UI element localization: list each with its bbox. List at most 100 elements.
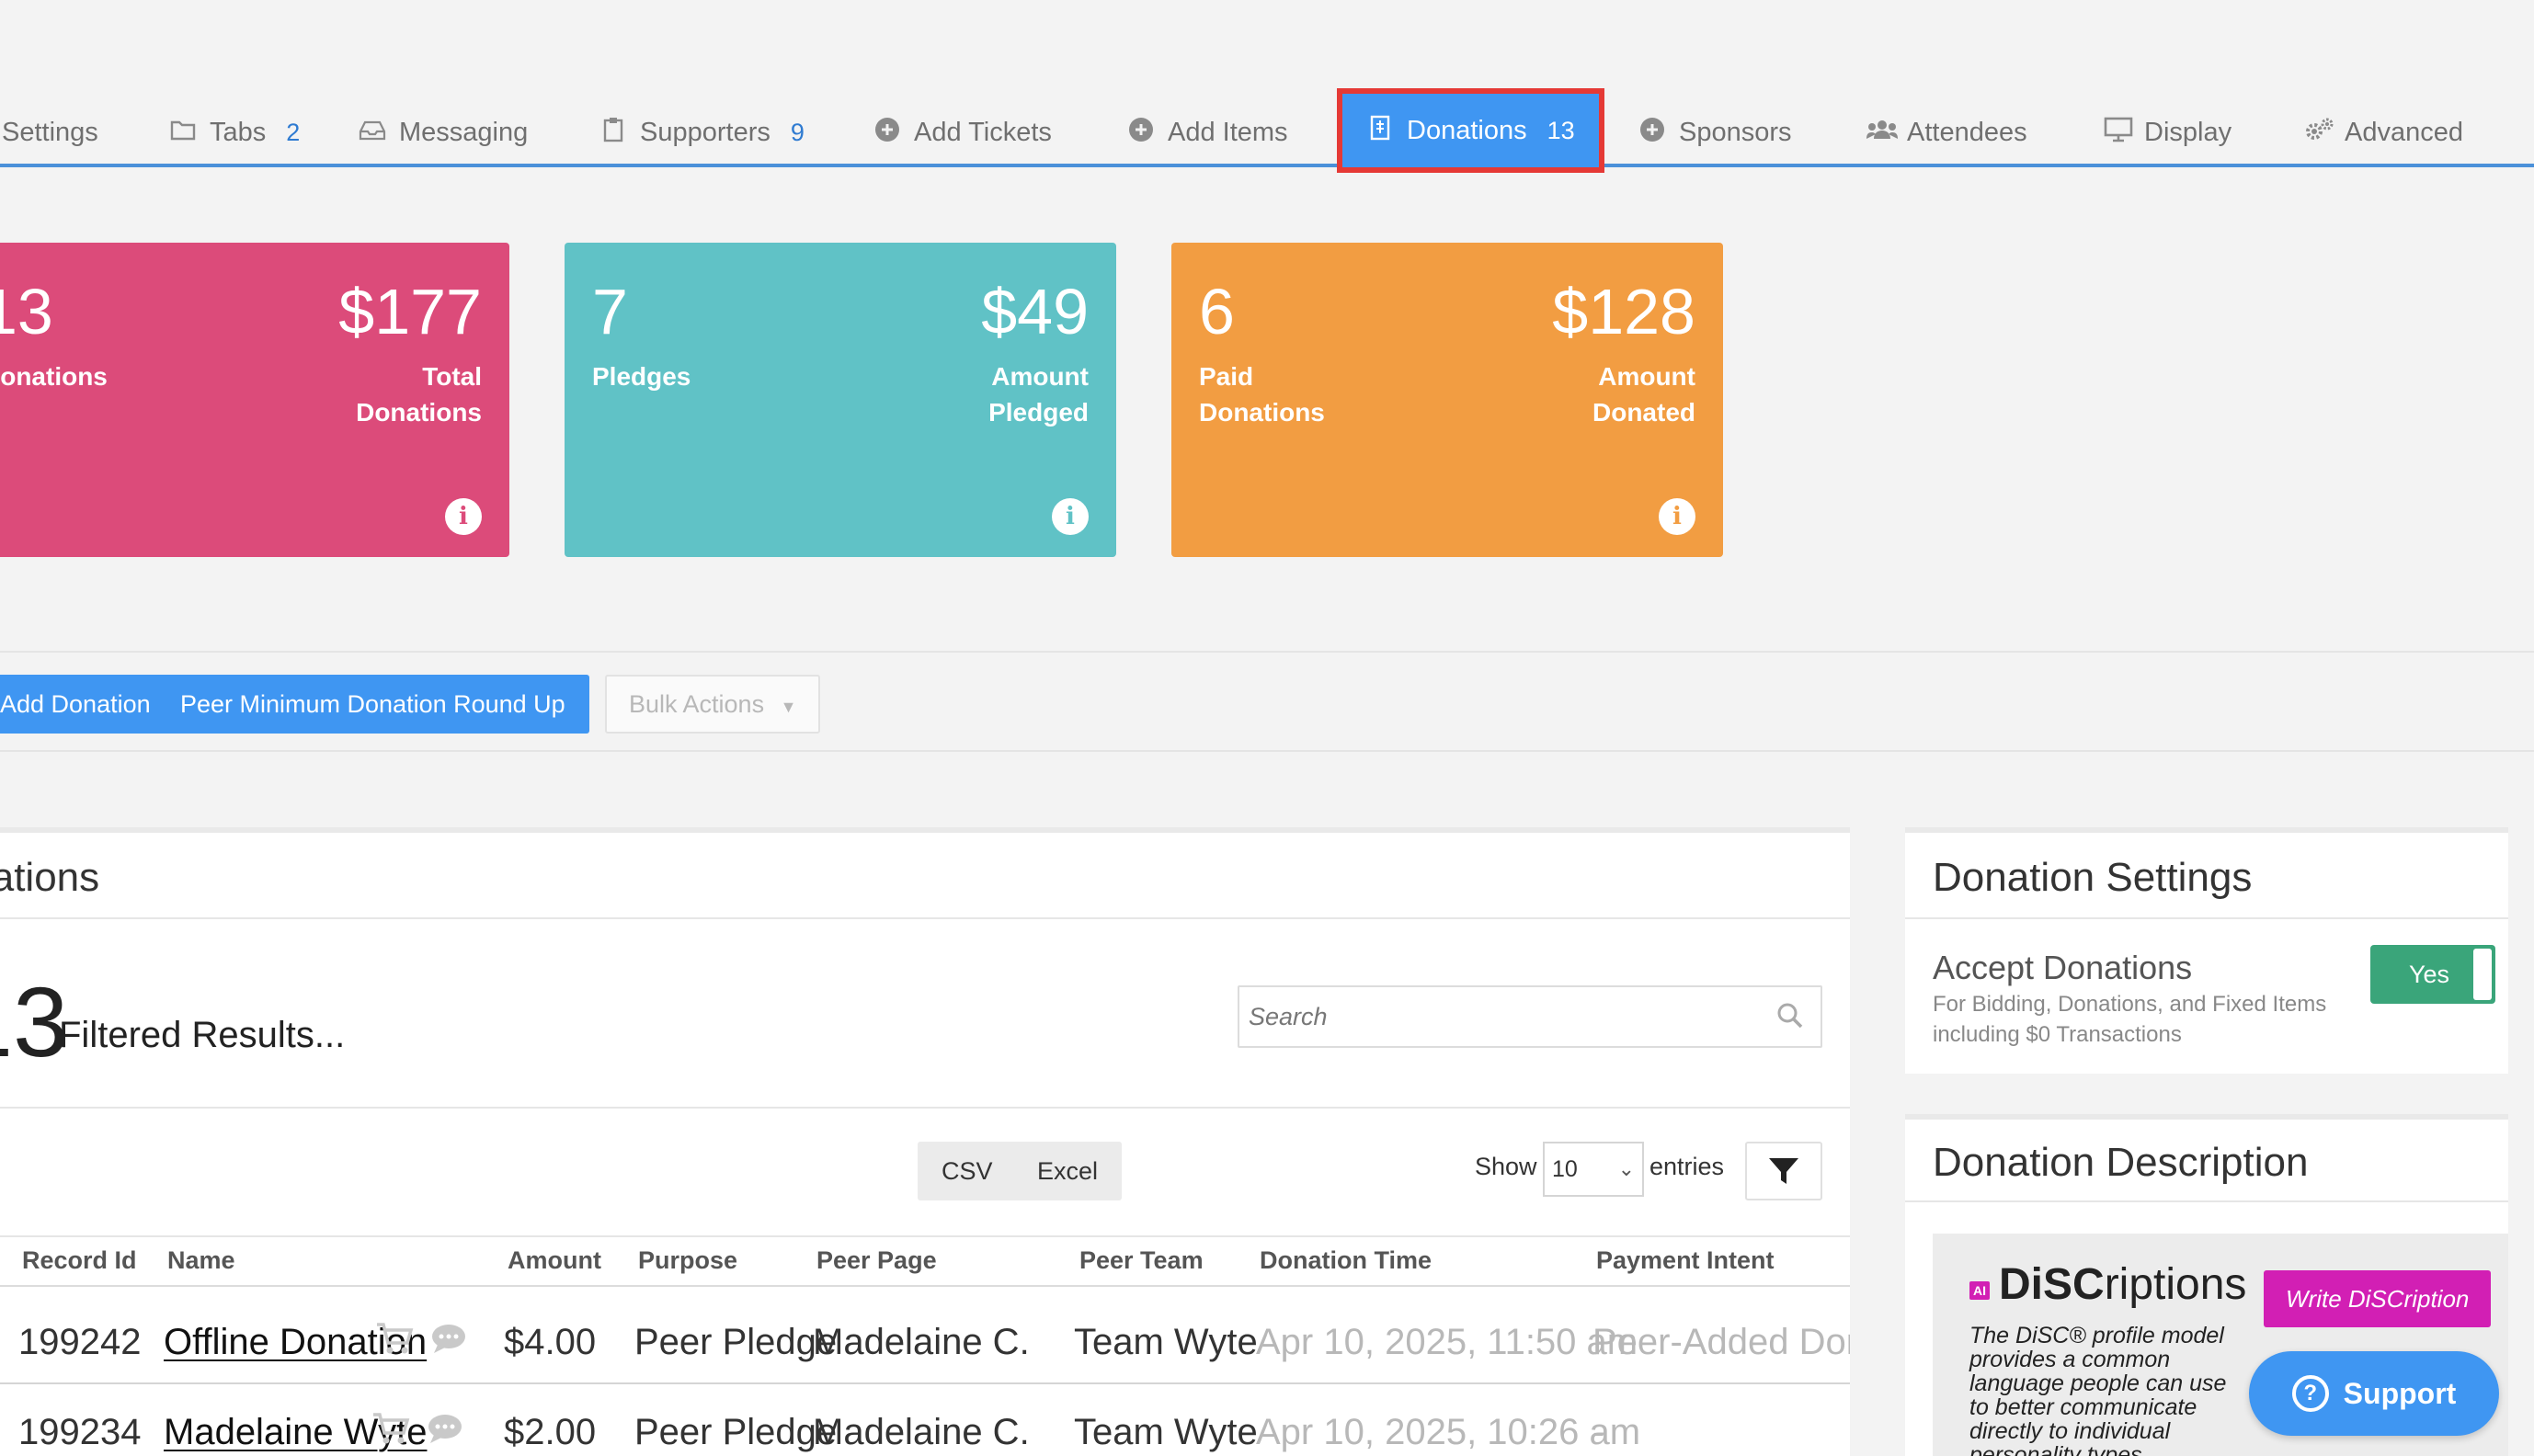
- label-line: Amount: [1598, 362, 1695, 391]
- support-label: Support: [2343, 1376, 2457, 1410]
- logo-bold: DiSC: [1999, 1260, 2105, 1309]
- donation-box-icon: [1366, 115, 1394, 147]
- label-line: Pledged: [988, 398, 1089, 427]
- tab-supporters[interactable]: Supporters 9: [599, 103, 805, 162]
- comment-icon[interactable]: [427, 1413, 463, 1444]
- toggle-knob: [2473, 949, 2492, 1000]
- peer-round-up-button[interactable]: Peer Minimum Donation Round Up: [156, 675, 589, 734]
- column-header-record-id[interactable]: Record Id: [22, 1246, 137, 1275]
- accept-donations-label: Accept Donations: [1933, 949, 2193, 986]
- tab-label: Messaging: [399, 117, 529, 147]
- csv-export-button[interactable]: CSV: [918, 1142, 1017, 1200]
- search-icon[interactable]: [1776, 1002, 1804, 1029]
- cell-peer-team: Team Wyte: [1074, 1322, 1258, 1362]
- tab-count: 13: [1547, 116, 1575, 144]
- column-header-donation-time[interactable]: Donation Time: [1260, 1246, 1432, 1275]
- plus-circle-icon: [1638, 117, 1666, 149]
- discriptions-logo: DiSCriptions: [1999, 1259, 2246, 1310]
- row-icons: [371, 1412, 463, 1445]
- caret-down-icon: ▼: [780, 698, 797, 716]
- clipboard-icon: [599, 117, 627, 149]
- column-header-peer-team[interactable]: Peer Team: [1079, 1246, 1204, 1275]
- search-input[interactable]: [1239, 987, 1754, 1046]
- cart-icon[interactable]: [375, 1322, 414, 1355]
- label-line: Donations: [1199, 398, 1325, 427]
- tab-label: Tabs: [210, 117, 267, 147]
- tab-label: Attendees: [1907, 117, 2027, 147]
- action-toolbar: Add Donation Peer Minimum Donation Round…: [0, 651, 2534, 752]
- add-donation-button[interactable]: Add Donation: [0, 675, 175, 734]
- inbox-icon: [359, 118, 386, 147]
- show-label: Show: [1475, 1153, 1537, 1180]
- tab-label: Advanced: [2345, 117, 2463, 147]
- entries-value: 10: [1552, 1156, 1578, 1182]
- discription-text: The DiSC® profile model provides a commo…: [1969, 1324, 2245, 1456]
- panel-title: Donations: [0, 855, 100, 900]
- desc-line: directly to individual: [1969, 1418, 2171, 1444]
- desc-line: to better communicate: [1969, 1394, 2197, 1420]
- info-icon[interactable]: i: [1052, 498, 1089, 535]
- cell-purpose: Peer Pledge: [634, 1412, 838, 1452]
- tab-attendees[interactable]: Attendees: [1866, 103, 2027, 162]
- logo-rest: riptions: [2104, 1260, 2247, 1309]
- amount-pledged: $49: [981, 276, 1089, 347]
- column-header-payment-intent[interactable]: Payment Intent: [1596, 1246, 1775, 1275]
- ai-badge: AI: [1969, 1281, 1990, 1300]
- divider: [0, 1107, 1850, 1109]
- description-title: Donation Description: [1933, 1140, 2309, 1185]
- paid-count: 6: [1199, 276, 1235, 347]
- bulk-actions-dropdown[interactable]: Bulk Actions ▼: [605, 675, 821, 734]
- label-line: Donations: [356, 398, 482, 427]
- row-divider: [0, 1382, 1850, 1384]
- filter-button[interactable]: [1745, 1142, 1822, 1200]
- cell-amount: $4.00: [504, 1322, 597, 1362]
- entries-label: entries: [1649, 1153, 1725, 1180]
- write-discription-button[interactable]: Write DiSCription: [2264, 1270, 2492, 1327]
- tab-display[interactable]: Display: [2104, 103, 2232, 162]
- info-icon[interactable]: i: [445, 498, 482, 535]
- support-button[interactable]: ? Support: [2249, 1351, 2499, 1436]
- tab-label: Display: [2144, 117, 2232, 147]
- tab-add-tickets[interactable]: Add Tickets: [873, 103, 1052, 162]
- cell-donation-time: Apr 10, 2025, 10:26 am: [1256, 1412, 1641, 1452]
- label-line: Paid: [1199, 362, 1254, 391]
- plus-circle-icon: [873, 117, 901, 149]
- tab-label: Donations: [1407, 115, 1527, 145]
- paid-count-label: Paid Donations: [1199, 358, 1325, 430]
- gears-icon: [2304, 117, 2334, 149]
- tab-messaging[interactable]: Messaging: [359, 103, 528, 162]
- users-icon: [1866, 118, 1898, 147]
- column-header-purpose[interactable]: Purpose: [638, 1246, 737, 1275]
- tab-tabs[interactable]: Tabs 2: [169, 103, 300, 162]
- entries-select[interactable]: 10 ⌄: [1543, 1142, 1644, 1197]
- tab-add-items[interactable]: Add Items: [1127, 103, 1288, 162]
- column-header-peer-page[interactable]: Peer Page: [816, 1246, 937, 1275]
- settings-title: Donation Settings: [1933, 855, 2253, 900]
- desc-line: The DiSC® profile model: [1969, 1323, 2224, 1348]
- tab-label: Sponsors: [1679, 117, 1792, 147]
- tab-settings[interactable]: Settings: [2, 103, 98, 162]
- divider: [1905, 917, 2508, 919]
- column-header-amount[interactable]: Amount: [508, 1246, 601, 1275]
- tab-sponsors[interactable]: Sponsors: [1638, 103, 1792, 162]
- tab-advanced[interactable]: Advanced: [2304, 103, 2463, 162]
- cart-icon[interactable]: [371, 1412, 410, 1445]
- excel-export-button[interactable]: Excel: [1013, 1142, 1123, 1200]
- desc-line: personality types.: [1969, 1442, 2149, 1456]
- folder-icon: [169, 118, 197, 147]
- cell-peer-page: Madelaine C.: [813, 1322, 1030, 1362]
- divider: [0, 1235, 1850, 1237]
- divider: [0, 917, 1850, 919]
- plus-circle-icon: [1127, 117, 1155, 149]
- comment-icon[interactable]: [430, 1323, 467, 1354]
- pledge-count-label: Pledges: [592, 362, 691, 391]
- tab-label: Supporters: [640, 117, 770, 147]
- desc-line: language people can use: [1969, 1371, 2227, 1396]
- hint-line: For Bidding, Donations, and Fixed Items: [1933, 992, 2327, 1017]
- accept-donations-toggle[interactable]: Yes: [2370, 945, 2495, 1004]
- info-icon[interactable]: i: [1659, 498, 1695, 535]
- column-header-name[interactable]: Name: [167, 1246, 235, 1275]
- pledge-count: 7: [592, 276, 628, 347]
- tab-donations[interactable]: Donations 13: [1337, 88, 1604, 173]
- cell-amount: $2.00: [504, 1412, 597, 1452]
